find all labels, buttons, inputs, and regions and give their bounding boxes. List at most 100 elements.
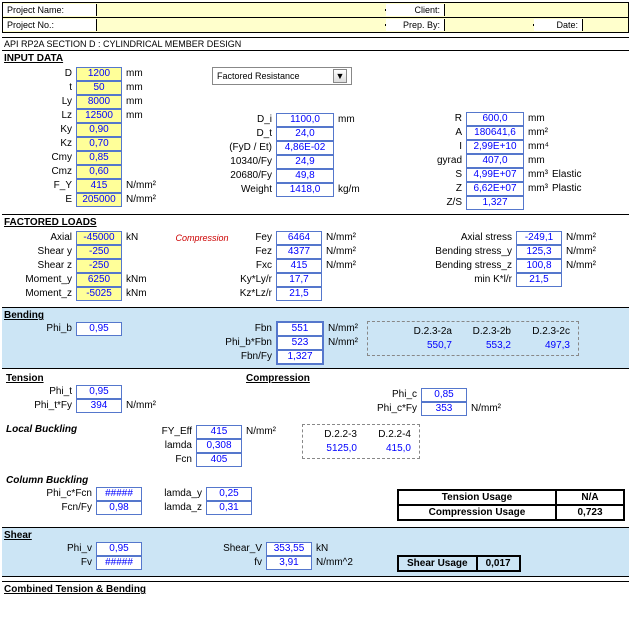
val-Di: 1100,0 [276,113,334,127]
bending-ref-box: D.2.3-2a D.2.3-2b D.2.3-2c 550,7 553,2 4… [367,321,579,356]
local-buckling-title: Local Buckling [2,424,132,435]
lbl-Sheary: Shear y [2,246,76,257]
project-no-label: Project No.: [3,19,97,31]
prep-by-label: Prep. By: [386,19,445,31]
lbl-AxS: Axial stress [382,232,516,243]
val-FbnFy: 1,327 [276,349,324,365]
usage-table: Tension UsageN/A Compression Usage0,723 [397,489,625,521]
lbl-Fcn: Fcn [132,454,196,465]
val-PcFcn: ##### [96,487,142,501]
val-lamday: 0,25 [206,487,252,501]
lbl-Ly: Ly [2,96,76,107]
input-Cmy[interactable]: 0,85 [76,151,122,165]
lbl-FYEff: FY_Eff [132,426,196,437]
val-Fcn: 405 [196,453,242,467]
input-D[interactable]: 1200 [76,67,122,81]
lbl-Fxc: Fxc [232,260,276,271]
lbl-PtFy: Phi_t*Fy [2,400,76,411]
compression-usage-label: Compression Usage [398,505,556,520]
local-ref-box: D.2.2-3 D.2.2-4 5125,0 415,0 [302,424,420,459]
lbl-Lz: Lz [2,110,76,121]
lbl-FbnFy: Fbn/Fy [172,351,276,362]
unit-Momentz: kNm [122,288,147,299]
unit-Fbn: N/mm² [324,323,358,334]
val-20680: 49,8 [276,169,334,183]
input-Cmz[interactable]: 0,60 [76,165,122,179]
input-Lz[interactable]: 12500 [76,109,122,123]
lbl-Phiv: Phi_v [2,543,96,554]
date-field[interactable] [583,24,628,26]
header-row-1: Project Name: Client: [2,2,629,18]
val-D232b: 553,2 [456,340,515,351]
lbl-Momentz: Moment_z [2,288,76,299]
val-ShearV: 353,55 [266,542,312,556]
input-Momentz[interactable]: -5025 [76,287,122,301]
lbl-Cmz: Cmz [2,166,76,177]
unit-Fey: N/mm² [322,232,356,243]
val-Fez: 4377 [276,245,322,259]
input-Shearz[interactable]: -250 [76,259,122,273]
val-Phib: 0,95 [76,322,122,336]
val-Phit: 0,95 [76,385,122,399]
lbl-R: R [382,113,466,124]
val-D232c: 497,3 [515,340,574,351]
unit-Fez: N/mm² [322,246,356,257]
lbl-Bsy: Bending stress_y [382,246,516,257]
lbl-Z: Z [382,183,466,194]
val-D224: 415,0 [361,443,415,454]
lbl-Fez: Fez [232,246,276,257]
project-no-field[interactable] [97,24,386,26]
unit-Bsy: N/mm² [562,246,596,257]
input-Momenty[interactable]: 6250 [76,273,122,287]
input-FY[interactable]: 415 [76,179,122,193]
val-D232a: 550,7 [372,340,456,351]
val-lamdaz: 0,31 [206,501,252,515]
val-PcFy: 353 [421,402,467,416]
val-Bsz: 100,8 [516,259,562,273]
lbl-ZS: Z/S [382,197,466,208]
unit-PbFbn: N/mm² [324,337,358,348]
lbl-minK: min K*l/r [382,274,516,285]
doc-title: API RP2A SECTION D : CYLINDRICAL MEMBER … [2,37,629,51]
compression-usage-val: 0,723 [556,505,624,520]
lbl-FcnFy: Fcn/Fy [2,502,96,513]
val-Fxc: 415 [276,259,322,273]
unit-FY: N/mm² [122,180,156,191]
input-E[interactable]: 205000 [76,193,122,207]
client-field[interactable] [445,9,628,11]
prep-by-field[interactable] [445,24,534,26]
unit-I: mm⁴ [524,141,549,152]
unit-Weight: kg/m [334,184,360,195]
input-Ky[interactable]: 0,90 [76,123,122,137]
unit-Momenty: kNm [122,274,147,285]
lbl-KyLy: Ky*Ly/r [232,274,276,285]
compression-title: Compression [242,373,362,384]
lbl-D: D [2,68,76,79]
lbl-FyDEt: (FyD / Et) [172,142,276,153]
val-I: 2,99E+10 [466,140,524,154]
resistance-dropdown[interactable]: Factored Resistance ▼ [212,67,352,85]
lbl-Bsz: Bending stress_z [382,260,516,271]
lbl-Shearz: Shear z [2,260,76,271]
input-Kz[interactable]: 0,70 [76,137,122,151]
val-Z: 6,62E+07 [466,182,524,196]
input-Sheary[interactable]: -250 [76,245,122,259]
val-ZS: 1,327 [466,196,524,210]
project-name-field[interactable] [97,9,386,11]
note-Z: Plastic [548,183,581,194]
lbl-D232c: D.2.3-2c [515,326,574,337]
lbl-Weight: Weight [172,184,276,195]
input-t[interactable]: 50 [76,81,122,95]
lbl-D232b: D.2.3-2b [456,326,515,337]
lbl-Cmy: Cmy [2,152,76,163]
input-Axial[interactable]: -45000 [76,231,122,245]
val-Fey: 6464 [276,231,322,245]
val-PtFy: 394 [76,399,122,413]
lbl-lamdaz: lamda_z [142,502,206,513]
tension-usage-label: Tension Usage [398,490,556,505]
unit-gyrad: mm [524,155,545,166]
unit-Z: mm³ [524,183,548,194]
val-10340: 24,9 [276,155,334,169]
lbl-fv: fv [172,557,266,568]
input-Ly[interactable]: 8000 [76,95,122,109]
